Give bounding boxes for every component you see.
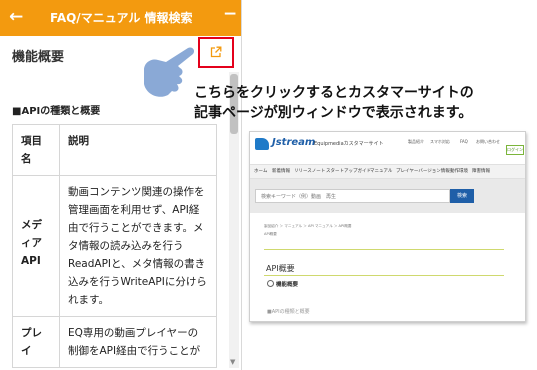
site-logo-mark-icon — [255, 138, 269, 150]
site-logo-subtitle: Equipmediaカスタマーサイト — [314, 141, 384, 147]
nav-item[interactable]: 動作環境 — [450, 168, 468, 174]
table-header-row: 項目名 説明 — [12, 124, 217, 176]
util-link[interactable]: お問い合わせ — [476, 139, 500, 145]
customer-site-window: Jstream Equipmediaカスタマーサイト 製品紹介 スマホ対応 FA… — [249, 131, 526, 322]
util-link[interactable]: スマホ対応 — [430, 139, 450, 145]
breadcrumb-current: API概要 — [264, 232, 277, 236]
caption-line-1: こちらをクリックするとカスタマーサイトの — [194, 85, 474, 101]
table-header-item: 項目名 — [12, 124, 60, 176]
faq-panel: ← FAQ/マニュアル 情報検索 − 機能概要 ■APIの種類と概要 項目名 説… — [0, 0, 242, 370]
article-title: API概要 — [266, 264, 295, 273]
article-faded-text: ■APIの種類と概要 — [267, 309, 310, 315]
table-cell-item: メディアAPI — [12, 175, 60, 317]
search-placeholder: 検索キーワード（例）動画 再生 — [261, 194, 337, 200]
table-cell-item: プレイ — [12, 316, 60, 368]
article-section-heading: 機能概要 — [276, 282, 299, 288]
open-external-button[interactable] — [198, 37, 234, 68]
nav-item[interactable]: 障害情報 — [472, 168, 490, 174]
table-row: プレイ EQ専用の動画プレイヤーの制御をAPI経由で行うことが — [12, 316, 217, 368]
util-link[interactable]: 製品紹介 — [408, 139, 424, 145]
divider — [264, 249, 504, 250]
site-logo[interactable]: Jstream — [272, 137, 315, 148]
nav-item[interactable]: ホーム — [254, 168, 267, 174]
table-header-description: 説明 — [59, 124, 217, 176]
caption-line-2: 記事ページが別ウィンドウで表示されます。 — [194, 105, 473, 121]
panel-header: ← FAQ/マニュアル 情報検索 − — [0, 0, 241, 36]
util-link[interactable]: FAQ — [460, 139, 468, 144]
divider — [264, 275, 504, 276]
nav-item[interactable]: マニュアル — [370, 168, 392, 174]
site-search-button[interactable]: 検索 — [450, 189, 474, 203]
api-types-heading: ■APIの種類と概要 — [12, 106, 101, 117]
nav-item[interactable]: 新着情報 — [272, 168, 290, 174]
minimize-icon[interactable]: − — [223, 3, 237, 25]
site-search-input[interactable]: 検索キーワード（例）動画 再生 — [255, 189, 450, 203]
table-cell-description: 動画コンテンツ関連の操作を管理画面を利用せず、API経由で行うことができます。メ… — [59, 175, 217, 317]
panel-title: FAQ/マニュアル 情報検索 — [50, 11, 193, 25]
section-title: 機能概要 — [12, 50, 65, 65]
site-nav: ホーム 新着情報 リリースノート スタートアップガイド マニュアル プレイヤーバ… — [250, 164, 525, 179]
search-band: 検索キーワード（例）動画 再生 検索 — [250, 179, 525, 213]
nav-item[interactable]: プレイヤーバージョン情報 — [396, 168, 450, 174]
scroll-down-icon[interactable]: ▼ — [230, 358, 238, 366]
back-arrow-icon[interactable]: ← — [9, 6, 23, 28]
login-button[interactable]: ログイン — [506, 145, 524, 155]
nav-item[interactable]: スタートアップガイド — [326, 168, 371, 174]
caption: こちらをクリックするとカスタマーサイトの 記事ページが別ウィンドウで表示されます… — [194, 83, 474, 123]
external-link-icon — [210, 46, 222, 58]
circle-bullet-icon — [267, 280, 274, 287]
table-cell-description: EQ専用の動画プレイヤーの制御をAPI経由で行うことが — [59, 316, 217, 368]
pointing-hand-icon — [144, 47, 195, 97]
nav-item[interactable]: リリースノート — [294, 168, 325, 174]
api-table: 項目名 説明 メディアAPI 動画コンテンツ関連の操作を管理画面を利用せず、AP… — [12, 124, 217, 368]
breadcrumb[interactable]: 製品紹介 ＞ マニュアル ＞ API マニュアル ＞ API概要 — [264, 224, 351, 229]
table-row: メディアAPI 動画コンテンツ関連の操作を管理画面を利用せず、API経由で行うこ… — [12, 175, 217, 317]
